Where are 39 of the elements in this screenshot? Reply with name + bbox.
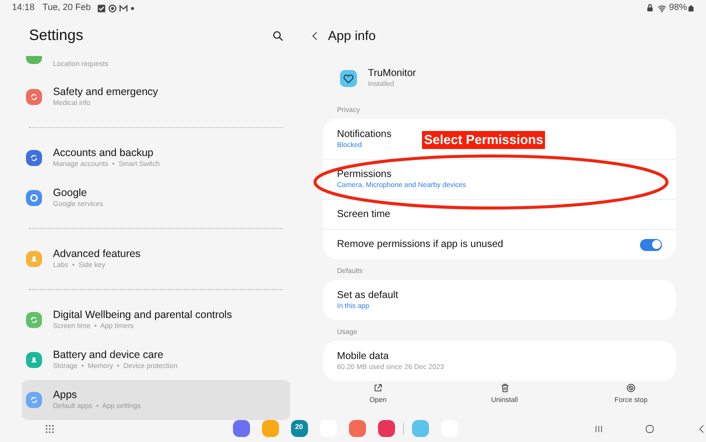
item-title: Digital Wellbeing and parental controls bbox=[53, 308, 232, 322]
row-title[interactable]: Screen time bbox=[337, 208, 390, 221]
row-title[interactable]: Mobile data bbox=[337, 350, 389, 362]
stop-icon bbox=[626, 383, 636, 393]
dot-icon bbox=[130, 6, 134, 10]
check-icon bbox=[96, 4, 106, 12]
app-icon[interactable] bbox=[378, 420, 394, 437]
circle-icon bbox=[108, 4, 117, 12]
item-title: Google bbox=[53, 186, 88, 200]
annotation-label: Select Permissions bbox=[422, 131, 546, 149]
lock-icon bbox=[646, 4, 654, 12]
page-title: App info bbox=[328, 27, 376, 46]
item-title: Safety and emergency bbox=[53, 86, 158, 98]
wifi-icon bbox=[656, 4, 667, 12]
toggle-switch[interactable] bbox=[640, 238, 662, 250]
item-title: Apps bbox=[53, 388, 78, 402]
row-title[interactable]: Permissions bbox=[337, 168, 392, 181]
item-title: Accounts and backup bbox=[53, 146, 154, 160]
app-icon[interactable] bbox=[232, 420, 250, 437]
app-icon[interactable] bbox=[348, 420, 366, 437]
row-title[interactable]: Set as default bbox=[337, 288, 398, 302]
status-date: Tue, 20 Feb bbox=[42, 1, 91, 14]
app-grid-icon[interactable] bbox=[45, 424, 54, 434]
battery-percent: 98% bbox=[668, 1, 687, 14]
trash-icon bbox=[500, 383, 510, 393]
status-time: 14:18 bbox=[12, 1, 35, 14]
mail-icon bbox=[118, 4, 128, 12]
row-title[interactable]: Remove permissions if app is unused bbox=[337, 238, 504, 251]
item-title: Battery and device care bbox=[53, 348, 164, 362]
item-title: Advanced features bbox=[53, 248, 141, 260]
row-title[interactable]: Notifications bbox=[337, 128, 392, 140]
app-name: TruMonitor bbox=[368, 66, 416, 80]
recents-icon[interactable] bbox=[594, 424, 603, 434]
back-icon[interactable] bbox=[310, 30, 320, 42]
home-icon[interactable] bbox=[645, 424, 654, 434]
page-title: Settings bbox=[29, 26, 84, 46]
open-icon bbox=[373, 383, 383, 393]
search-icon[interactable] bbox=[272, 30, 284, 42]
battery-icon bbox=[688, 4, 694, 12]
